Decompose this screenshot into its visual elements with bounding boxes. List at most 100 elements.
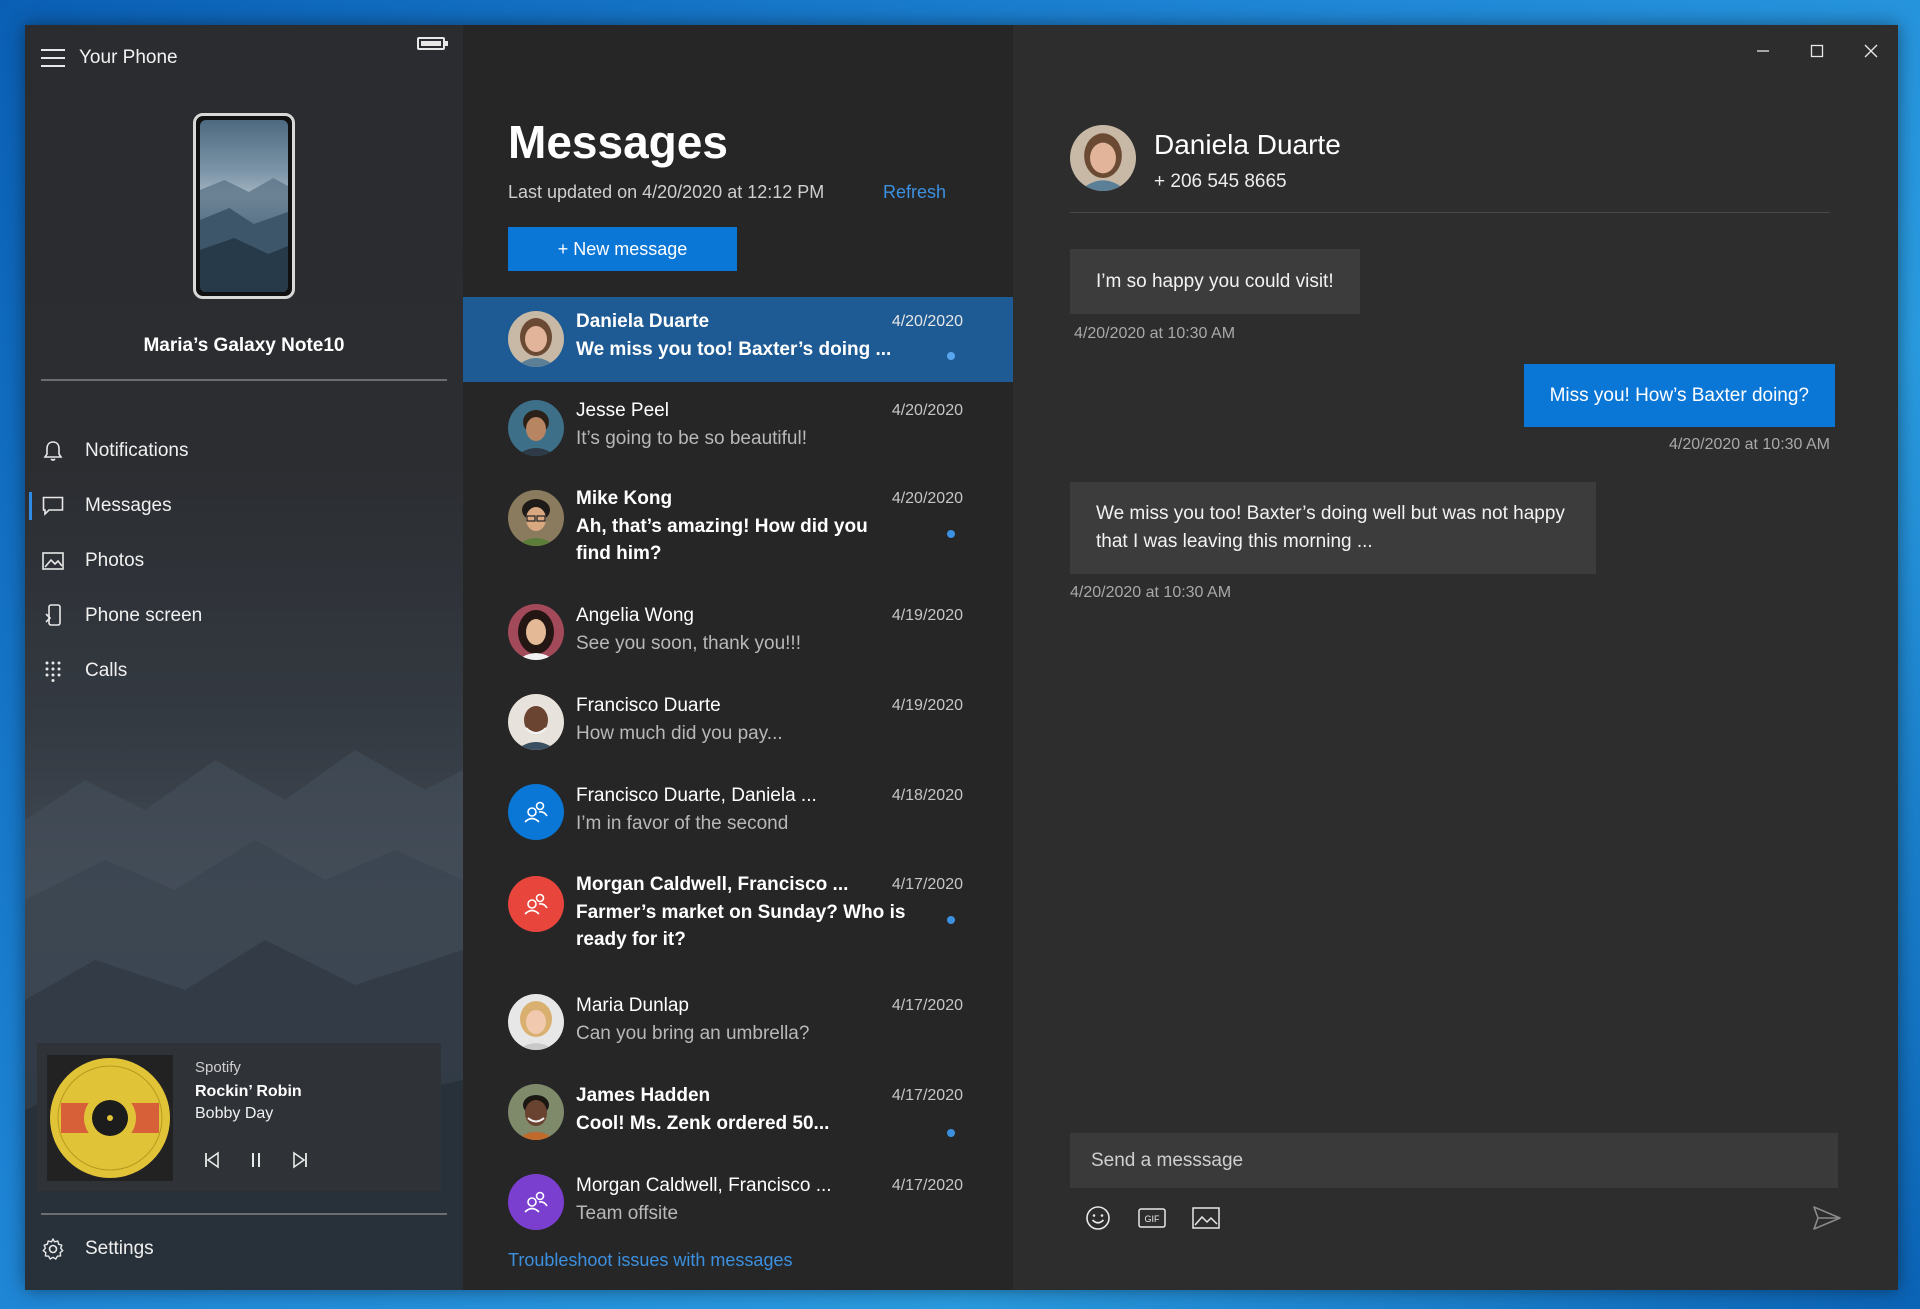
conversation-item[interactable]: Jesse Peel 4/20/2020 It’s going to be so…	[463, 382, 1013, 472]
new-message-button[interactable]: + New message	[508, 227, 737, 271]
message-input[interactable]	[1070, 1133, 1838, 1188]
close-button[interactable]	[1844, 25, 1898, 77]
avatar	[508, 311, 564, 367]
message-timestamp: 4/20/2020 at 10:30 AM	[1070, 584, 1232, 601]
group-icon	[524, 893, 548, 915]
message-bubble-outgoing: Miss you! How’s Baxter doing?	[1523, 364, 1835, 427]
previous-track-icon[interactable]	[201, 1149, 223, 1171]
dialpad-icon	[41, 659, 65, 683]
conversation-date: 4/17/2020	[891, 1087, 963, 1104]
device-name: Maria’s Galaxy Note10	[143, 335, 345, 356]
svg-text:GIF: GIF	[1145, 1214, 1161, 1224]
conversation-item[interactable]: James Hadden 4/17/2020 Cool! Ms. Zenk or…	[463, 1066, 1013, 1156]
avatar	[508, 1084, 564, 1140]
group-avatar	[508, 876, 564, 932]
conversation-pane: Daniela Duarte + 206 545 8665 I’m so hap…	[1013, 25, 1898, 1290]
conversation-item[interactable]: Morgan Caldwell, Francisco ... 4/17/2020…	[463, 1156, 1013, 1246]
conversation-preview: We miss you too! Baxter’s doing ...	[576, 339, 892, 360]
conversation-name: Jesse Peel	[576, 400, 669, 421]
emoji-icon[interactable]	[1083, 1203, 1113, 1233]
pause-icon[interactable]	[245, 1149, 267, 1171]
contact-phone: + 206 545 8665	[1154, 171, 1287, 192]
group-icon	[524, 801, 548, 823]
sidebar-item-calls[interactable]: Calls	[25, 643, 463, 698]
conversation-item[interactable]: Mike Kong 4/20/2020 Ah, that’s amazing! …	[463, 472, 1013, 588]
gif-icon[interactable]: GIF	[1137, 1203, 1167, 1233]
next-track-icon[interactable]	[289, 1149, 311, 1171]
maximize-icon	[1810, 44, 1824, 58]
group-avatar	[508, 784, 564, 840]
sidebar: Your Phone Maria’s Galaxy Note10 Notific…	[25, 25, 463, 1290]
conversation-date: 4/20/2020	[891, 313, 963, 330]
conversation-preview: It’s going to be so beautiful!	[576, 428, 807, 449]
settings-button[interactable]: Settings	[41, 1237, 154, 1261]
conversation-name: Morgan Caldwell, Francisco ...	[576, 874, 849, 895]
contact-name: Daniela Duarte	[1154, 129, 1341, 160]
sidebar-item-notifications[interactable]: Notifications	[25, 423, 463, 478]
conversation-preview: See you soon, thank you!!!	[576, 633, 801, 654]
app-window: Your Phone Maria’s Galaxy Note10 Notific…	[25, 25, 1898, 1290]
avatar	[508, 694, 564, 750]
conversation-name: Maria Dunlap	[576, 995, 689, 1016]
chat-icon	[41, 494, 65, 518]
title-bar: Your Phone	[41, 39, 461, 77]
phone-wallpaper	[200, 120, 288, 292]
sidebar-item-label: Messages	[85, 494, 172, 516]
group-avatar	[508, 1174, 564, 1230]
conversation-date: 4/17/2020	[891, 876, 963, 893]
album-art	[47, 1055, 173, 1181]
minimize-button[interactable]	[1736, 25, 1790, 77]
sidebar-item-messages[interactable]: Messages	[25, 478, 463, 533]
mountain-background	[25, 750, 463, 1290]
sidebar-item-label: Photos	[85, 549, 145, 571]
sidebar-item-label: Calls	[85, 659, 128, 681]
sidebar-item-phone-screen[interactable]: Phone screen	[25, 588, 463, 643]
phone-image	[193, 113, 295, 299]
compose-toolbar: GIF	[1083, 1203, 1221, 1233]
sidebar-divider	[41, 379, 447, 381]
media-controls	[201, 1149, 311, 1171]
conversation-item[interactable]: Daniela Duarte 4/20/2020 We miss you too…	[463, 297, 1013, 382]
image-icon[interactable]	[1191, 1203, 1221, 1233]
conversation-date: 4/17/2020	[891, 1177, 963, 1194]
send-icon[interactable]	[1812, 1205, 1842, 1235]
troubleshoot-link[interactable]: Troubleshoot issues with messages	[508, 1250, 792, 1271]
photo-icon	[41, 549, 65, 573]
conversation-preview: Ah, that’s amazing! How did you find him…	[576, 516, 868, 564]
sidebar-item-photos[interactable]: Photos	[25, 533, 463, 588]
avatar	[508, 604, 564, 660]
conversation-date: 4/20/2020	[891, 402, 963, 419]
conversation-item[interactable]: Francisco Duarte, Daniela ... 4/18/2020 …	[463, 768, 1013, 858]
last-updated-text: Last updated on 4/20/2020 at 12:12 PM	[508, 182, 825, 202]
window-controls	[1736, 25, 1898, 77]
conversation-name: James Hadden	[576, 1085, 711, 1106]
message-bubble-incoming: I’m so happy you could visit!	[1070, 249, 1360, 314]
conversation-item[interactable]: Morgan Caldwell, Francisco ... 4/17/2020…	[463, 858, 1013, 976]
conversation-preview: I’m in favor of the second	[576, 813, 789, 834]
conversation-preview: Cool! Ms. Zenk ordered 50...	[576, 1113, 830, 1134]
settings-label: Settings	[85, 1238, 154, 1259]
hamburger-menu-icon[interactable]	[41, 49, 65, 67]
sidebar-item-label: Notifications	[85, 439, 189, 461]
conversation-preview: Farmer’s market on Sunday? Who is ready …	[576, 902, 906, 950]
conversation-preview: How much did you pay...	[576, 723, 783, 744]
conversation-date: 4/19/2020	[891, 607, 963, 624]
conversation-item[interactable]: Angelia Wong 4/19/2020 See you soon, tha…	[463, 588, 1013, 678]
conversation-name: Francisco Duarte, Daniela ...	[576, 785, 817, 806]
bell-icon	[41, 439, 65, 463]
conversation-item[interactable]: Maria Dunlap 4/17/2020 Can you bring an …	[463, 976, 1013, 1066]
conversation-item[interactable]: Francisco Duarte 4/19/2020 How much did …	[463, 678, 1013, 768]
sidebar-nav: Notifications Messages Photos Phone scre…	[25, 423, 463, 698]
conversation-name: Angelia Wong	[576, 605, 694, 626]
maximize-button[interactable]	[1790, 25, 1844, 77]
conversation-date: 4/20/2020	[891, 490, 963, 507]
message-timestamp: 4/20/2020 at 10:30 AM	[1074, 325, 1236, 342]
group-icon	[524, 1191, 548, 1213]
avatar	[508, 490, 564, 546]
page-title: Messages	[508, 116, 728, 168]
refresh-link[interactable]: Refresh	[883, 182, 946, 203]
conversation-name: Daniela Duarte	[576, 311, 710, 332]
message-bubble-incoming: We miss you too! Baxter’s doing well but…	[1070, 482, 1596, 574]
unread-indicator	[947, 530, 955, 538]
gear-icon	[41, 1237, 65, 1261]
